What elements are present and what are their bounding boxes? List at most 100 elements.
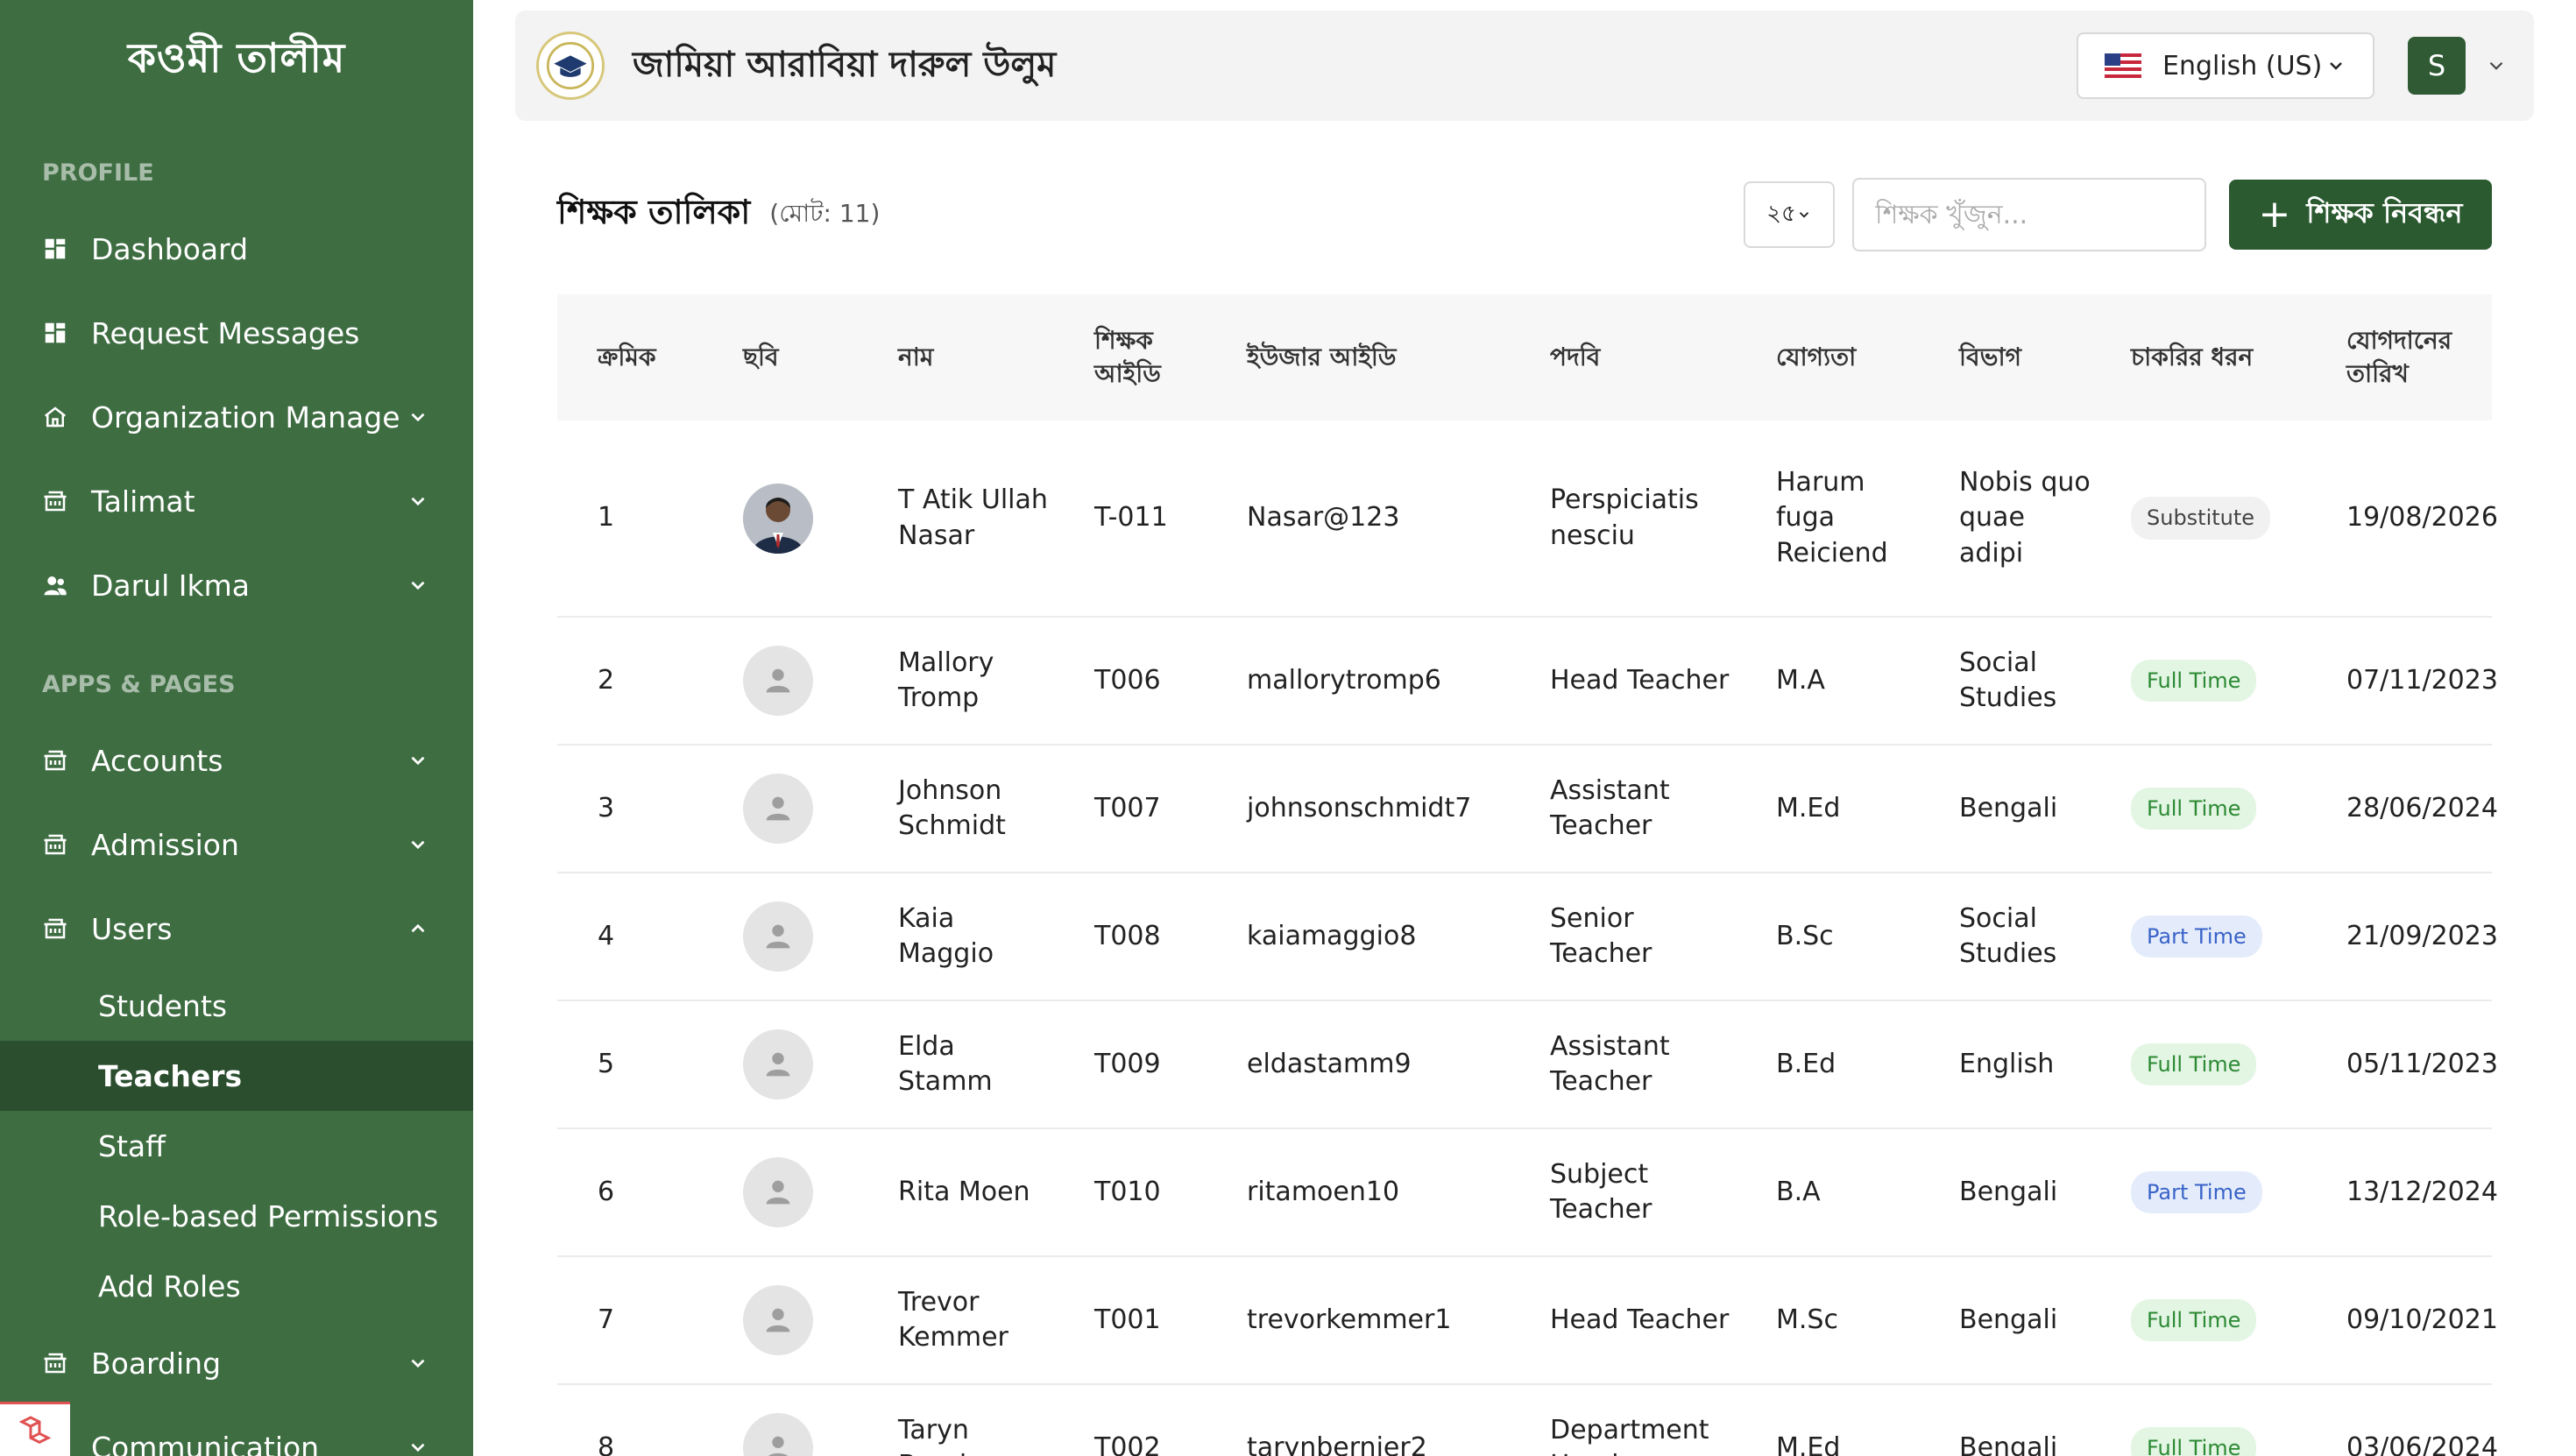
sidebar-item-boarding[interactable]: Boarding (0, 1321, 473, 1405)
cell-department: Bengali (1919, 1384, 2091, 1456)
cell-department: Social Studies (1919, 617, 2091, 746)
page-title: শিক্ষক তালিকা (557, 193, 751, 231)
sidebar-item-label: Communication (91, 1430, 320, 1456)
page-title-row: শিক্ষক তালিকা (মোট: 11) ২৫ + শিক্ষক নিবন… (557, 175, 2492, 254)
status-badge: Substitute (2131, 497, 2271, 540)
col-header-designation[interactable]: পদবি (1510, 294, 1736, 421)
add-teacher-button[interactable]: + শিক্ষক নিবন্ধন (2229, 180, 2492, 250)
sidebar-item-communication[interactable]: Communication (0, 1405, 473, 1456)
building-icon (42, 488, 68, 514)
cell-photo (703, 1128, 858, 1257)
building-icon (42, 915, 68, 942)
cell-join-date: 05/11/2023 (2306, 1000, 2498, 1129)
sidebar-subitem-staff[interactable]: Staff (0, 1111, 473, 1181)
col-header-serial[interactable]: ক্রমিক (557, 294, 703, 421)
cell-department: English (1919, 1000, 2091, 1129)
cell-designation: Perspiciatis nesciu (1510, 421, 1736, 618)
user-placeholder-icon (743, 901, 813, 972)
organization-logo-icon (536, 32, 605, 100)
user-placeholder-icon (743, 1413, 813, 1456)
user-placeholder-icon (743, 646, 813, 716)
cell-name: Kaia Maggio (858, 873, 1054, 1001)
sidebar-subitem-add-roles[interactable]: Add Roles (0, 1251, 473, 1321)
user-avatar[interactable]: S (2408, 37, 2466, 95)
cell-teacher-id: T008 (1054, 873, 1207, 1001)
cell-photo (703, 873, 858, 1001)
teacher-photo (743, 483, 813, 554)
cell-qualification: B.Sc (1736, 873, 1919, 1001)
sidebar-subitem-teachers[interactable]: Teachers (0, 1041, 473, 1111)
cell-teacher-id: T010 (1054, 1128, 1207, 1257)
col-header-join-date[interactable]: যোগদানের তারিখ (2306, 294, 2492, 421)
cell-serial: 3 (557, 745, 703, 873)
search-input[interactable] (1852, 178, 2206, 251)
cell-job-type: Substitute (2091, 421, 2306, 618)
col-header-photo[interactable]: ছবি (703, 294, 858, 421)
sidebar-item-accounts[interactable]: Accounts (0, 718, 473, 802)
col-header-job-type[interactable]: চাকরির ধরন (2091, 294, 2306, 421)
cell-qualification: M.Ed (1736, 745, 1919, 873)
chevron-down-icon (411, 840, 425, 850)
table-row[interactable]: 1 T Atik Ullah Nasar T-011 Nasar@123 Per… (557, 421, 2498, 618)
col-header-qualification[interactable]: যোগ্যতা (1736, 294, 1919, 421)
status-badge: Part Time (2131, 915, 2262, 958)
sidebar-item-darul-ikma[interactable]: Darul Ikma (0, 543, 473, 627)
cell-department: Bengali (1919, 1256, 2091, 1385)
sidebar-item-admission[interactable]: Admission (0, 802, 473, 887)
cell-teacher-id: T006 (1054, 617, 1207, 746)
table-row[interactable]: 5 Elda Stamm T009 eldastamm9 Assistant T… (557, 1000, 2498, 1129)
framework-logo-icon[interactable] (0, 1402, 70, 1456)
cell-job-type: Full Time (2091, 1384, 2306, 1456)
chevron-down-icon (2330, 62, 2342, 70)
cell-serial: 2 (557, 617, 703, 746)
language-select[interactable]: English (US) (2077, 32, 2374, 99)
sidebar-item-dashboard[interactable]: Dashboard (0, 207, 473, 291)
cell-job-type: Full Time (2091, 1000, 2306, 1129)
table-row[interactable]: 4 Kaia Maggio T008 kaiamaggio8 Senior Te… (557, 873, 2498, 1001)
cell-teacher-id: T001 (1054, 1256, 1207, 1385)
col-header-teacher-id[interactable]: শিক্ষক আইডি (1054, 294, 1207, 421)
table-row[interactable]: 6 Rita Moen T010 ritamoen10 Subject Teac… (557, 1128, 2498, 1257)
cell-designation: Subject Teacher (1510, 1128, 1736, 1257)
cell-join-date: 28/06/2024 (2306, 745, 2498, 873)
cell-name: Rita Moen (858, 1128, 1054, 1257)
sidebar-item-users[interactable]: Users (0, 887, 473, 971)
cell-qualification: B.A (1736, 1128, 1919, 1257)
status-badge: Part Time (2131, 1170, 2262, 1214)
sidebar-item-request-messages[interactable]: Request Messages (0, 291, 473, 375)
table-row[interactable]: 2 Mallory Tromp T006 mallorytromp6 Head … (557, 617, 2498, 746)
table-row[interactable]: 3 Johnson Schmidt T007 johnsonschmidt7 A… (557, 745, 2498, 873)
table-row[interactable]: 7 Trevor Kemmer T001 trevorkemmer1 Head … (557, 1256, 2498, 1385)
cell-serial: 8 (557, 1384, 703, 1456)
sidebar-item-talimat[interactable]: Talimat (0, 459, 473, 543)
chevron-down-icon[interactable] (2485, 54, 2508, 77)
col-header-name[interactable]: নাম (858, 294, 1054, 421)
cell-user-id: tarynbernier2 (1207, 1384, 1510, 1456)
cell-designation: Senior Teacher (1510, 873, 1736, 1001)
sidebar-item-label: Accounts (91, 743, 223, 778)
sidebar-item-label: Dashboard (91, 231, 249, 266)
cell-job-type: Part Time (2091, 1128, 2306, 1257)
table-row[interactable]: 8 Taryn Bernier T002 tarynbernier2 Depar… (557, 1384, 2498, 1456)
chevron-up-icon (411, 923, 425, 933)
cell-user-id: ritamoen10 (1207, 1128, 1510, 1257)
sidebar-item-label: Request Messages (91, 315, 360, 350)
col-header-department[interactable]: বিভাগ (1919, 294, 2091, 421)
sidebar-item-label: Admission (91, 827, 239, 862)
building-icon (42, 831, 68, 858)
cell-qualification: M.Sc (1736, 1256, 1919, 1385)
sidebar-subitem-students[interactable]: Students (0, 971, 473, 1041)
cell-user-id: johnsonschmidt7 (1207, 745, 1510, 873)
sidebar-subitem-role-permissions[interactable]: Role-based Permissions (0, 1181, 473, 1251)
cell-job-type: Full Time (2091, 745, 2306, 873)
cell-photo (703, 1256, 858, 1385)
cell-designation: Assistant Teacher (1510, 1000, 1736, 1129)
cell-serial: 4 (557, 873, 703, 1001)
cell-join-date: 07/11/2023 (2306, 617, 2498, 746)
brand-logo-text[interactable]: কওমী তালীম (0, 0, 473, 123)
per-page-select[interactable]: ২৫ (1744, 181, 1835, 248)
sidebar-item-label: Organization Manage (91, 399, 400, 435)
col-header-user-id[interactable]: ইউজার আইডি (1207, 294, 1510, 421)
sidebar-item-organization-manage[interactable]: Organization Manage (0, 375, 473, 459)
total-count: (মোট: 11) (769, 198, 881, 228)
